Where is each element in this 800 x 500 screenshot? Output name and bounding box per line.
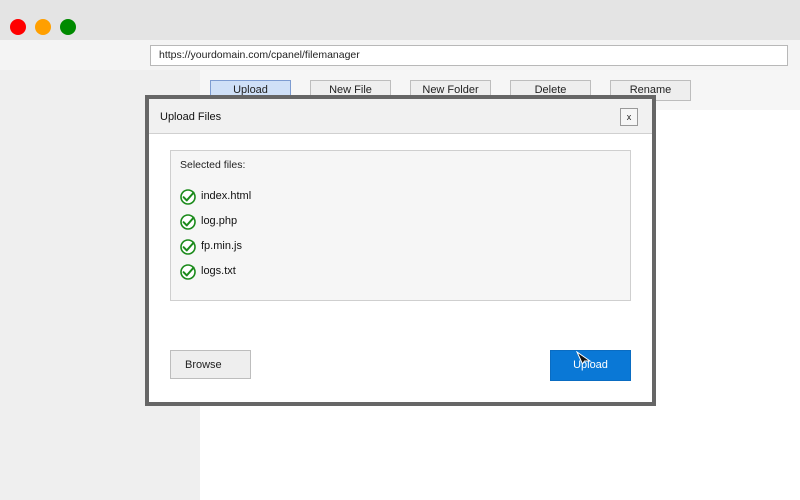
url-field[interactable]: https://yourdomain.com/cpanel/filemanage… bbox=[150, 45, 788, 66]
file-name: log.php bbox=[201, 215, 238, 227]
check-circle-icon bbox=[180, 214, 196, 230]
dialog-title: Upload Files bbox=[160, 111, 222, 123]
selected-files-panel: Selected files: index.html log.php fp.mi… bbox=[170, 150, 631, 301]
close-window-button[interactable] bbox=[10, 19, 26, 35]
dialog-header: Upload Files x bbox=[149, 99, 652, 134]
check-circle-icon bbox=[180, 189, 196, 205]
selected-files-heading: Selected files: bbox=[180, 159, 246, 171]
check-circle-icon bbox=[180, 239, 196, 255]
browse-button[interactable]: Browse bbox=[170, 350, 251, 379]
window-titlebar bbox=[0, 0, 800, 40]
file-name: index.html bbox=[201, 190, 252, 202]
maximize-window-button[interactable] bbox=[60, 19, 76, 35]
minimize-window-button[interactable] bbox=[35, 19, 51, 35]
file-name: logs.txt bbox=[201, 265, 236, 277]
dialog-close-button[interactable]: x bbox=[620, 108, 638, 126]
file-name: fp.min.js bbox=[201, 240, 242, 252]
check-circle-icon bbox=[180, 264, 196, 280]
mouse-cursor-icon bbox=[576, 351, 592, 365]
